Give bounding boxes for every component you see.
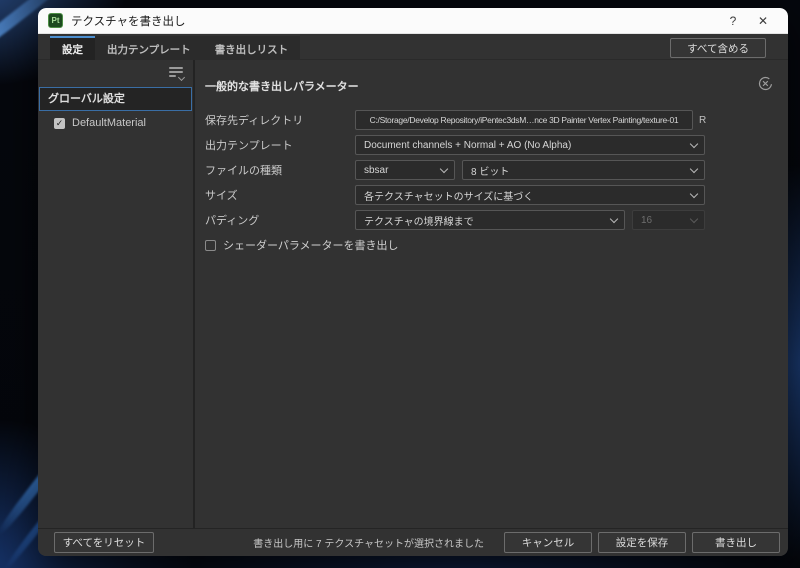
help-button[interactable]: ? — [718, 10, 748, 32]
bitdepth-value: 8 ビット — [471, 166, 510, 178]
directory-row: 保存先ディレクトリ C:/Storage/Develop Repository/… — [205, 110, 788, 130]
filetype-value: sbsar — [364, 164, 389, 176]
export-button[interactable]: 書き出し — [692, 532, 780, 553]
padding-label: パディング — [205, 215, 260, 227]
tab-output-templates[interactable]: 出力テンプレート — [95, 36, 203, 60]
dilation-select: 16 — [632, 210, 705, 230]
shader-params-checkbox[interactable] — [205, 239, 216, 251]
directory-input[interactable]: C:/Storage/Develop Repository/iPentec3ds… — [355, 110, 693, 130]
size-row: サイズ 各テクスチャセットのサイズに基づく — [205, 185, 788, 205]
include-all-button[interactable]: すべて含める — [670, 38, 766, 58]
sidebar-item-defaultmaterial[interactable]: ✓ DefaultMaterial — [38, 112, 193, 134]
chevron-down-icon — [439, 164, 449, 174]
size-label: サイズ — [205, 190, 238, 202]
content-area: グローバル設定 ✓ DefaultMaterial 一般的な書き出しパラメーター — [38, 60, 788, 528]
tab-export-list[interactable]: 書き出しリスト — [203, 36, 301, 60]
texture-set-list: グローバル設定 ✓ DefaultMaterial — [38, 60, 193, 528]
footer-bar: すべてをリセット 書き出し用に 7 テクスチャセットが選択されました キャンセル… — [38, 528, 788, 556]
titlebar: Pt テクスチャを書き出し ? ✕ — [38, 8, 788, 34]
template-value: Document channels + Normal + AO (No Alph… — [364, 139, 572, 151]
filetype-select[interactable]: sbsar — [355, 160, 455, 180]
export-parameters-form: 保存先ディレクトリ C:/Storage/Develop Repository/… — [205, 110, 788, 255]
close-button[interactable]: ✕ — [748, 10, 778, 32]
dialog-body: 設定 出力テンプレート 書き出しリスト すべて含める グローバル設定 ✓ Def… — [38, 34, 788, 556]
cancel-button[interactable]: キャンセル — [504, 532, 592, 553]
section-title: 一般的な書き出しパラメーター — [205, 81, 359, 93]
bitdepth-select[interactable]: 8 ビット — [462, 160, 705, 180]
tab-bar: 設定 出力テンプレート 書き出しリスト すべて含める — [38, 34, 788, 60]
directory-suffix: R — [699, 114, 707, 126]
reset-parameters-button[interactable] — [756, 74, 774, 92]
template-label: 出力テンプレート — [205, 140, 293, 152]
export-textures-dialog: Pt テクスチャを書き出し ? ✕ 設定 出力テンプレート 書き出しリスト すべ… — [38, 8, 788, 556]
chevron-down-icon — [689, 214, 699, 224]
chevron-down-icon — [609, 214, 619, 224]
chevron-down-icon — [689, 164, 699, 174]
size-value: 各テクスチャセットのサイズに基づく — [364, 191, 534, 203]
template-row: 出力テンプレート Document channels + Normal + AO… — [205, 135, 788, 155]
padding-value: テクスチャの境界線まで — [364, 216, 474, 228]
desktop-background: Pt テクスチャを書き出し ? ✕ 設定 出力テンプレート 書き出しリスト すべ… — [0, 0, 800, 568]
dialog-title: テクスチャを書き出し — [71, 15, 186, 28]
shader-params-row: シェーダーパラメーターを書き出し — [205, 235, 788, 255]
chevron-down-icon — [689, 189, 699, 199]
dilation-value: 16 — [641, 214, 653, 226]
save-settings-button[interactable]: 設定を保存 — [598, 532, 686, 553]
tab-settings[interactable]: 設定 — [50, 36, 95, 60]
defaultmaterial-checkbox[interactable]: ✓ — [54, 117, 65, 129]
export-status-text: 書き出し用に 7 テクスチャセットが選択されました — [253, 539, 484, 550]
sidebar-item-global-settings[interactable]: グローバル設定 — [39, 87, 192, 111]
directory-label: 保存先ディレクトリ — [205, 115, 304, 127]
filter-sort-icon[interactable] — [169, 67, 186, 84]
reset-all-button[interactable]: すべてをリセット — [54, 532, 154, 553]
painter-app-icon: Pt — [48, 13, 63, 28]
template-select[interactable]: Document channels + Normal + AO (No Alph… — [355, 135, 705, 155]
parameters-panel: 一般的な書き出しパラメーター 保存先ディレクトリ C:/Storage/Deve… — [195, 60, 788, 528]
chevron-down-icon — [689, 139, 699, 149]
filetype-row: ファイルの種類 sbsar 8 ビット — [205, 160, 788, 180]
texture-set-label: DefaultMaterial — [72, 117, 146, 129]
padding-row: パディング テクスチャの境界線まで 16 — [205, 210, 788, 230]
size-select[interactable]: 各テクスチャセットのサイズに基づく — [355, 185, 705, 205]
padding-select[interactable]: テクスチャの境界線まで — [355, 210, 625, 230]
filetype-label: ファイルの種類 — [205, 165, 282, 177]
shader-params-label: シェーダーパラメーターを書き出し — [223, 240, 399, 252]
reset-icon — [758, 76, 772, 90]
